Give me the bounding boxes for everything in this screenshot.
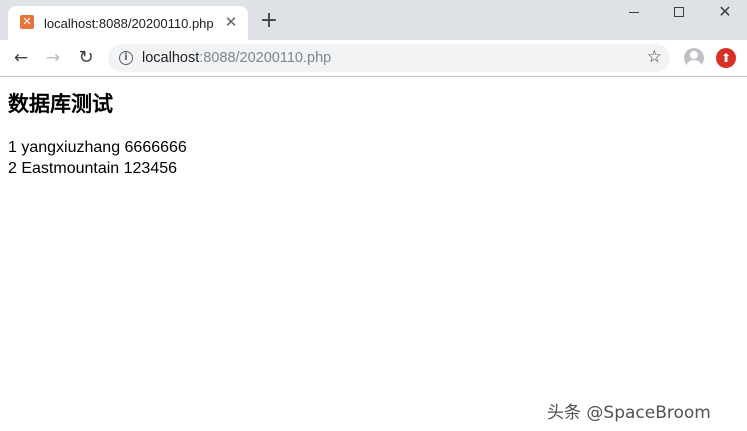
close-icon[interactable]: ✕: [222, 13, 240, 31]
window-close-icon[interactable]: ✕: [702, 0, 747, 26]
avatar-icon[interactable]: [684, 48, 704, 68]
list-item: 1 yangxiuzhang 6666666: [8, 139, 187, 156]
info-icon[interactable]: i: [119, 51, 133, 65]
watermark: 头条 @SpaceBroom: [547, 403, 711, 423]
list-item: 2 Eastmountain 123456: [8, 160, 178, 177]
tab-title: localhost:8088/20200110.php: [44, 16, 214, 31]
url-path: :8088/20200110.php: [199, 50, 332, 66]
address-bar[interactable]: i localhost:8088/20200110.php ☆: [108, 44, 670, 72]
reload-icon[interactable]: ↻: [75, 47, 97, 69]
url-host: localhost: [142, 50, 200, 66]
result-list: 1 yangxiuzhang 6666666 2 Eastmountain 12…: [8, 137, 187, 179]
star-icon[interactable]: ☆: [647, 47, 662, 67]
tab-strip: ✕ localhost:8088/20200110.php ✕ + ✕: [0, 0, 747, 40]
browser-toolbar: ← → ↻ i localhost:8088/20200110.php ☆: [0, 40, 747, 77]
xampp-icon: ✕: [20, 15, 34, 29]
page-content: 数据库测试 1 yangxiuzhang 6666666 2 Eastmount…: [0, 77, 747, 431]
page-title: 数据库测试: [8, 92, 113, 116]
browser-tab[interactable]: ✕ localhost:8088/20200110.php ✕: [8, 6, 248, 40]
arrow-right-icon[interactable]: →: [42, 47, 64, 69]
minimize-icon[interactable]: [610, 0, 656, 26]
plus-icon[interactable]: +: [258, 10, 280, 32]
url-text[interactable]: localhost:8088/20200110.php: [142, 50, 331, 66]
maximize-icon[interactable]: [656, 0, 702, 26]
arrow-left-icon[interactable]: ←: [10, 47, 32, 69]
extension-icon[interactable]: ⬆: [716, 48, 736, 68]
